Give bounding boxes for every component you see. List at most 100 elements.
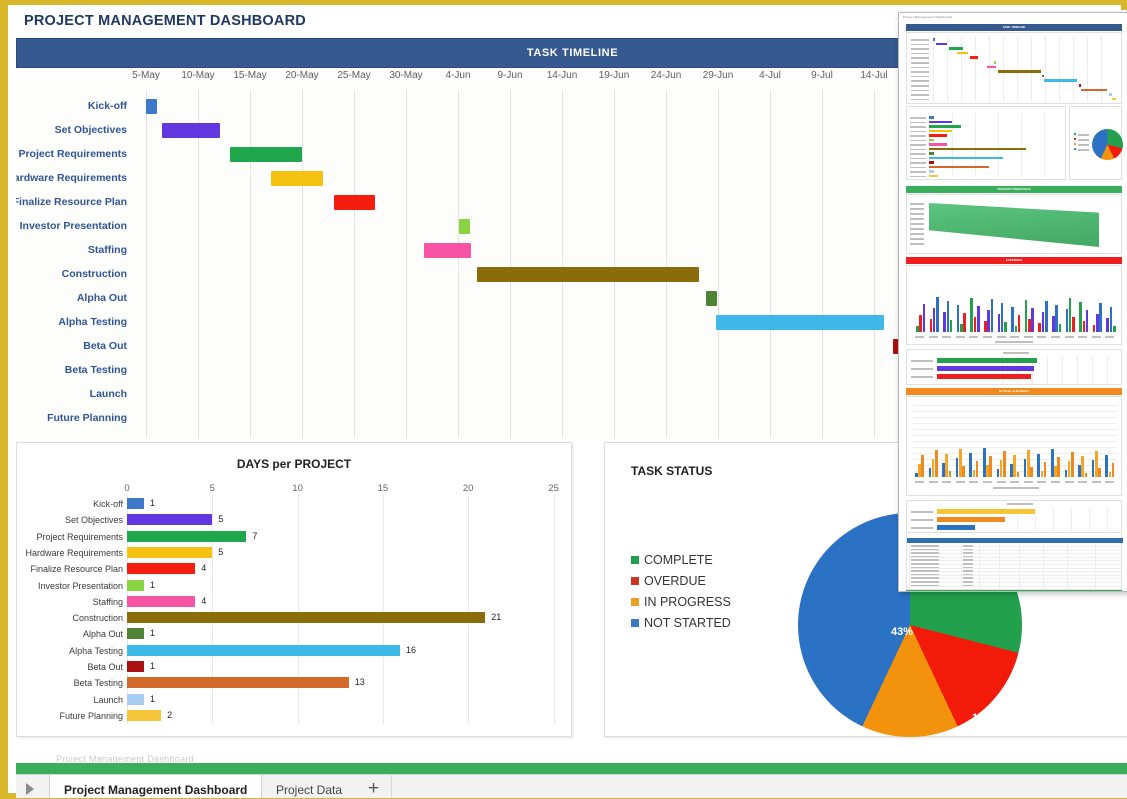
inset-gridline <box>913 417 1117 418</box>
days-bar <box>127 514 212 525</box>
gantt-task-label: Project Requirements <box>16 148 127 160</box>
inset-bar <box>976 461 979 477</box>
inset-bar <box>1004 322 1007 332</box>
gantt-gridline <box>146 90 147 438</box>
inset-table-row <box>909 571 1121 572</box>
days-gridline <box>383 495 384 724</box>
gantt-axis-tick: 14-Jul <box>860 70 887 81</box>
inset-bar <box>929 143 947 146</box>
inset-bar <box>1030 467 1033 477</box>
inset-bar <box>950 320 953 332</box>
sheet-tab-project-data[interactable]: Project Data <box>262 775 356 798</box>
inset-bar <box>977 306 980 332</box>
inset-bar <box>1098 468 1101 477</box>
days-bar-value: 2 <box>167 710 172 720</box>
inset-gridline <box>1107 356 1108 384</box>
inset-text-line <box>910 176 926 178</box>
inset-bar <box>1083 321 1086 332</box>
inset-bar <box>1011 307 1014 332</box>
days-bar-value: 1 <box>150 580 155 590</box>
inset-text-line <box>963 552 973 554</box>
inset-bar <box>929 175 938 178</box>
inset-text-line <box>911 53 929 55</box>
inset-text-line <box>911 76 929 78</box>
inset-text-line <box>963 556 973 558</box>
inset-panel <box>906 532 1122 590</box>
inset-text-line <box>963 567 973 569</box>
gantt-axis-tick: 4-Jun <box>445 70 470 81</box>
days-bar-value: 21 <box>491 612 501 622</box>
days-category-label: Staffing <box>16 597 123 607</box>
inset-text-line <box>995 341 1033 343</box>
inset-text-line <box>915 481 924 483</box>
inset-gridline <box>913 429 1117 430</box>
inset-funnel <box>929 203 1099 247</box>
add-sheet-button[interactable]: + <box>356 775 392 798</box>
inset-gridline <box>1059 36 1060 102</box>
inset-gridline <box>1044 113 1045 177</box>
inset-text-line <box>911 80 929 82</box>
inset-text-line <box>911 39 929 41</box>
inset-table-row <box>909 546 1121 547</box>
inset-section-band: TASK TIMELINE <box>906 24 1122 31</box>
gantt-gridline <box>302 90 303 438</box>
days-axis-tick: 5 <box>210 483 215 494</box>
inset-bar <box>929 152 934 155</box>
inset-bar <box>1052 316 1055 332</box>
inset-caption: Project Management Dashboard <box>903 15 952 19</box>
inset-text-line <box>911 563 939 565</box>
inset-text-line <box>1092 336 1101 338</box>
days-category-label: Project Requirements <box>16 532 123 542</box>
inset-gridline <box>961 544 962 590</box>
inset-text-line <box>910 228 924 230</box>
inset-text-line <box>911 360 933 362</box>
inset-gridline <box>1092 356 1093 384</box>
inset-bar <box>937 525 975 530</box>
inset-text-line <box>1007 503 1033 505</box>
inset-bar <box>1106 318 1109 332</box>
inset-text-line <box>911 581 939 583</box>
inset-section-band: ACTUAL vs BUDGET <box>906 388 1122 395</box>
inset-bar <box>1015 326 1018 332</box>
inset-text-line <box>1010 481 1019 483</box>
inset-text-line <box>942 336 951 338</box>
gantt-task-bar <box>334 195 375 210</box>
inset-bar <box>929 468 932 477</box>
inset-panel <box>906 396 1122 496</box>
inset-bar <box>1045 301 1048 332</box>
inset-text-line <box>1037 336 1046 338</box>
sheet-tab-project-management-dashboard[interactable]: Project Management Dashboard <box>49 775 262 798</box>
gantt-gridline <box>406 90 407 438</box>
inset-bar <box>1072 317 1075 332</box>
legend-swatch-icon <box>631 556 639 564</box>
inset-bar <box>1112 463 1115 477</box>
inset-text-line <box>1105 336 1114 338</box>
inset-gridline <box>947 36 948 102</box>
inset-bar <box>1003 451 1006 477</box>
inset-table-row <box>909 560 1121 561</box>
inset-text-line <box>993 487 1039 489</box>
days-category-label: Set Objectives <box>16 515 123 525</box>
inset-text-line <box>910 131 926 133</box>
inset-bar <box>1071 452 1074 477</box>
inset-bar <box>1017 472 1020 477</box>
inset-bar <box>1099 303 1102 332</box>
inset-bar <box>929 157 1003 160</box>
inset-bar <box>991 299 994 332</box>
gantt-axis-tick: 15-May <box>233 70 266 81</box>
inset-gridline <box>1095 544 1096 590</box>
inset-bar <box>970 56 978 59</box>
inset-bar <box>932 459 935 477</box>
inset-bar <box>1025 300 1028 332</box>
inset-section-band-label: PROJECT FINANCIALS <box>906 187 1122 191</box>
inset-bar <box>962 466 965 477</box>
inset-text-line <box>910 238 924 240</box>
triangle-right-icon[interactable] <box>26 783 34 795</box>
inset-bar <box>1081 89 1108 92</box>
days-bar-value: 13 <box>355 677 365 687</box>
inset-bar <box>963 313 966 332</box>
days-bar <box>127 531 246 542</box>
gantt-task-label: Alpha Testing <box>16 316 127 328</box>
inset-bar <box>1081 456 1084 477</box>
inset-text-line <box>911 549 939 551</box>
